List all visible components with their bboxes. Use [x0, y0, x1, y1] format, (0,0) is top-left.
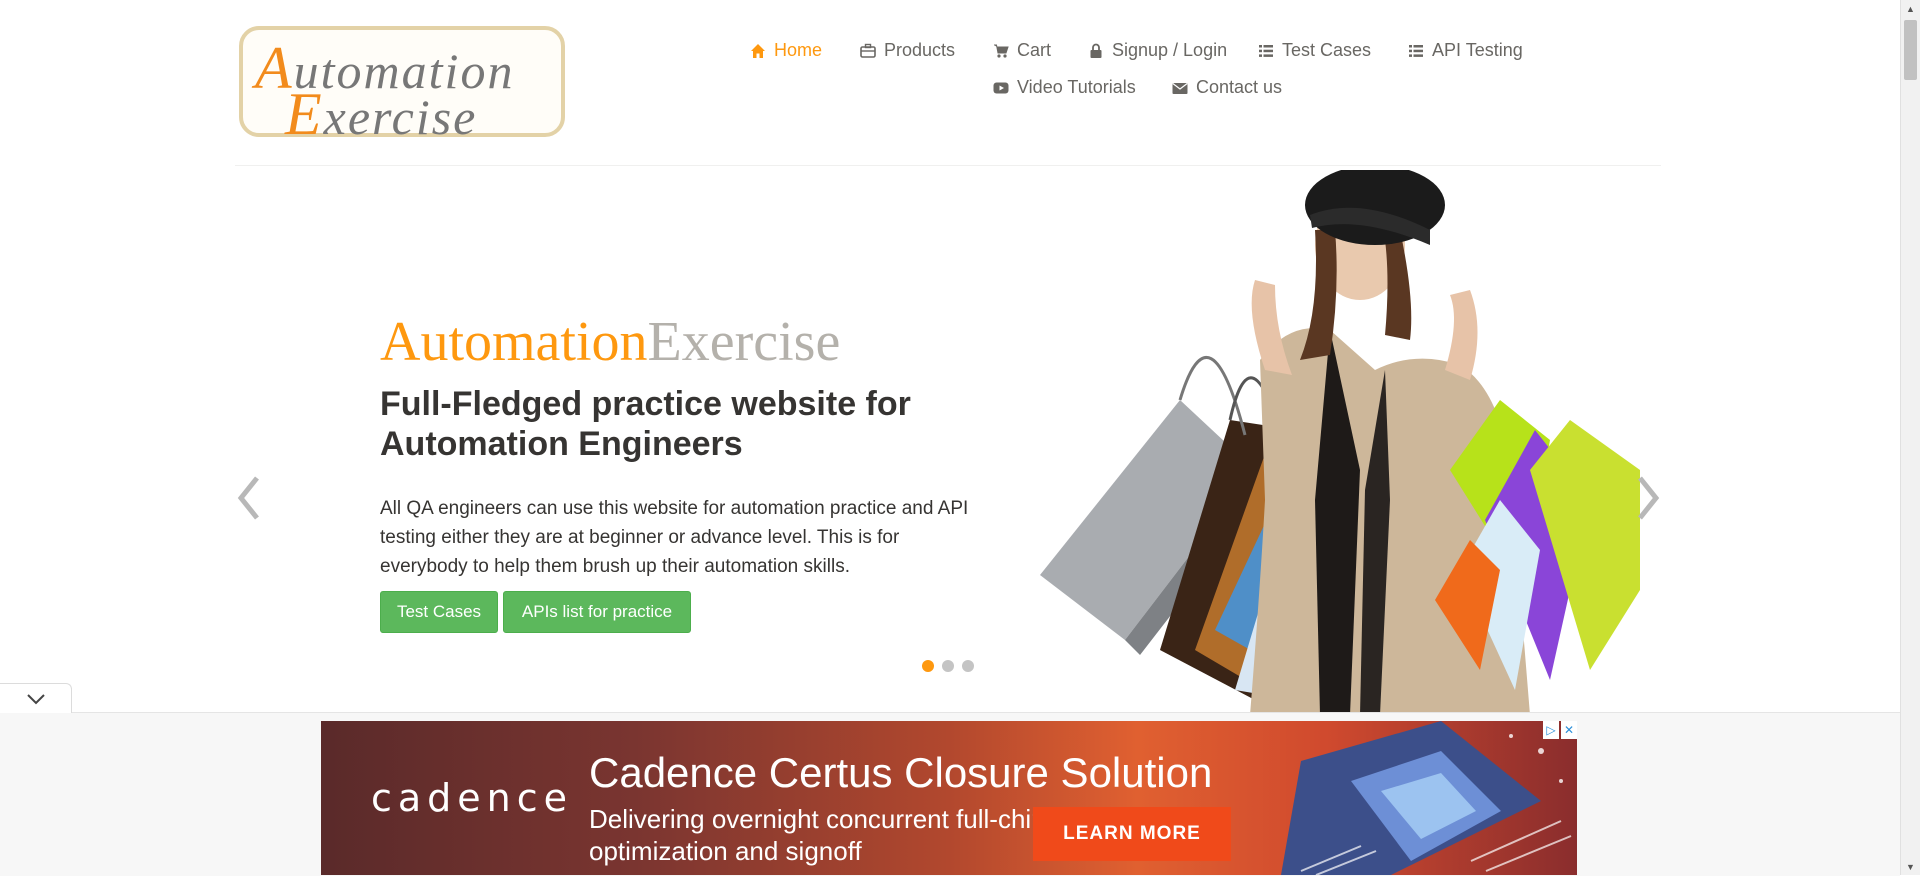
ad-brand-logo: cadence — [371, 776, 574, 820]
adchoices-icon[interactable]: ▷ — [1543, 721, 1559, 739]
list-icon — [1409, 44, 1423, 57]
envelope-icon — [1172, 82, 1188, 94]
slider-dot-2[interactable] — [942, 660, 954, 672]
lock-icon — [1090, 43, 1102, 58]
chevron-down-icon — [26, 693, 45, 704]
scroll-thumb[interactable] — [1904, 20, 1917, 80]
ad-subtitle: Delivering overnight concurrent full-chi… — [589, 804, 1046, 866]
list-icon — [1259, 44, 1273, 57]
ad-close-icon[interactable]: ✕ — [1561, 721, 1577, 739]
nav-products[interactable]: Products — [860, 40, 955, 61]
hero-brand-title: AutomationExercise — [380, 311, 841, 373]
logo-line-2: Exercise — [285, 81, 478, 147]
chevron-left-icon — [237, 476, 259, 520]
chevron-right-icon — [1638, 476, 1660, 520]
slider-dot-3[interactable] — [962, 660, 974, 672]
header-divider — [235, 165, 1661, 166]
ad-title: Cadence Certus Closure Solution — [589, 749, 1213, 796]
nav-video-tutorials[interactable]: Video Tutorials — [993, 77, 1136, 98]
scroll-down-arrow-icon[interactable]: ▼ — [1901, 858, 1920, 875]
hero-shopping-girl-image — [1030, 170, 1640, 715]
ad-learn-more-button[interactable]: LEARN MORE — [1033, 807, 1231, 861]
ad-badges: ▷ ✕ — [1543, 721, 1577, 739]
cadence-ad-banner[interactable]: cadence Cadence Certus Closure Solution … — [321, 721, 1577, 875]
slider-next-arrow[interactable] — [1632, 470, 1662, 526]
youtube-play-icon — [993, 82, 1009, 93]
slider-indicators — [922, 660, 974, 672]
ad-chip-graphic — [1281, 721, 1572, 875]
ad-collapse-toggle[interactable] — [0, 683, 72, 713]
hero-headline: Full-Fledged practice website for Automa… — [380, 385, 911, 463]
slider-dot-1[interactable] — [922, 660, 934, 672]
nav-contact-us[interactable]: Contact us — [1172, 77, 1282, 98]
products-icon — [860, 43, 876, 58]
nav-api-testing[interactable]: API Testing — [1408, 40, 1523, 61]
slider-prev-arrow[interactable] — [235, 470, 265, 526]
nav-cart[interactable]: Cart — [993, 40, 1051, 61]
page-scrollbar[interactable]: ▲ ▼ — [1900, 0, 1920, 875]
apis-list-button[interactable]: APIs list for practice — [503, 591, 691, 633]
test-cases-button[interactable]: Test Cases — [380, 591, 498, 633]
cart-icon — [994, 44, 1009, 58]
nav-test-cases[interactable]: Test Cases — [1258, 40, 1371, 61]
nav-signup-login[interactable]: Signup / Login — [1088, 40, 1227, 61]
home-icon — [751, 43, 765, 58]
nav-home[interactable]: Home — [750, 40, 822, 61]
hero-description: All QA engineers can use this website fo… — [380, 498, 969, 577]
site-logo[interactable]: Automation Exercise — [239, 26, 565, 147]
scroll-up-arrow-icon[interactable]: ▲ — [1901, 0, 1920, 17]
